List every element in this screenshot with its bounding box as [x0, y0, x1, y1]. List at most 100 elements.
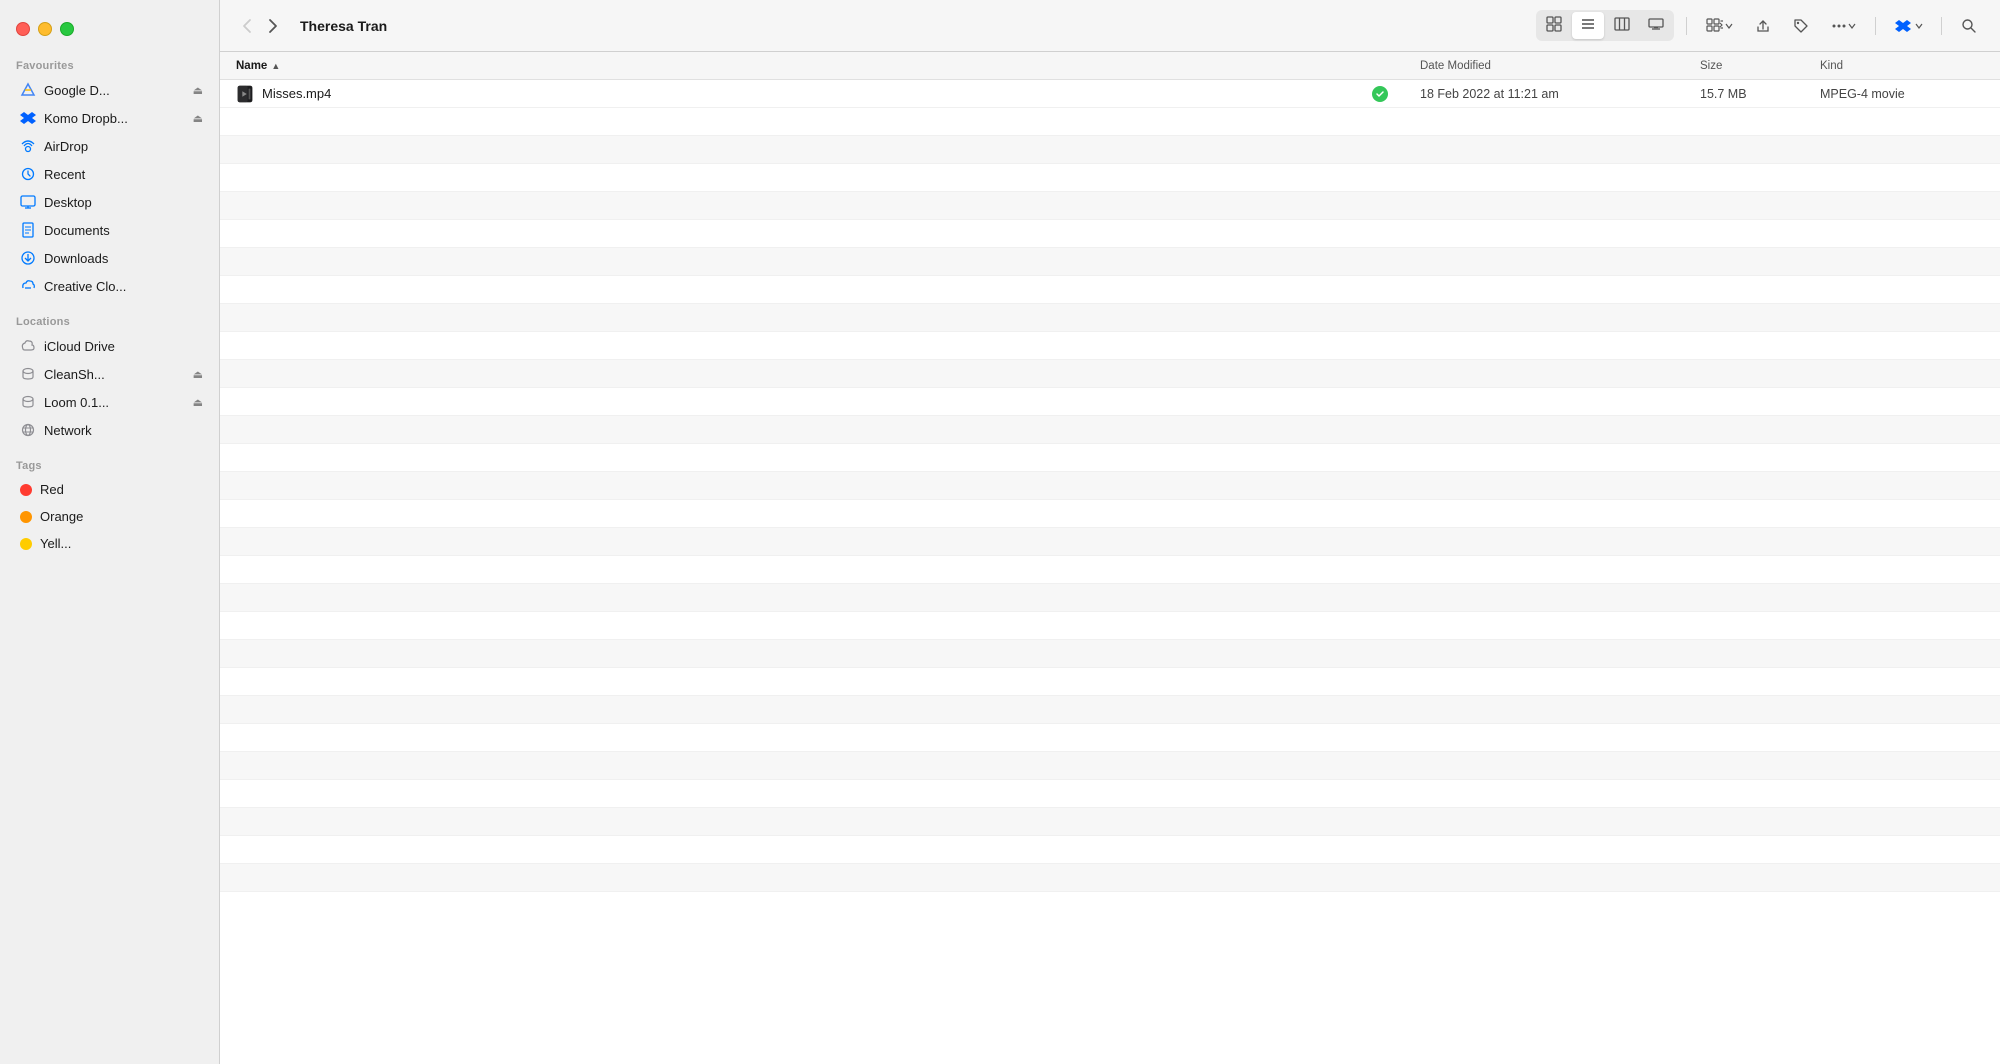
column-view-button[interactable]: [1606, 12, 1638, 39]
empty-row: [220, 780, 2000, 808]
sidebar-item-orange[interactable]: Orange: [6, 504, 213, 529]
sidebar-item-label: Desktop: [44, 195, 92, 210]
orange-tag-dot: [20, 511, 32, 523]
sidebar-item-label: Recent: [44, 167, 85, 182]
sidebar-item-desktop[interactable]: Desktop: [6, 189, 213, 215]
eject-icon[interactable]: ⏏: [193, 112, 203, 125]
empty-row: [220, 836, 2000, 864]
gallery-view-button[interactable]: [1640, 12, 1672, 39]
file-size-cell: 15.7 MB: [1692, 87, 1812, 101]
sidebar-item-google-drive[interactable]: Google D... ⏏: [6, 77, 213, 103]
window-title: Theresa Tran: [300, 18, 387, 34]
file-kind-cell: MPEG-4 movie: [1812, 87, 1992, 101]
date-modified-column-header[interactable]: Date Modified: [1412, 52, 1692, 79]
locations-section-label: Locations: [0, 308, 219, 332]
table-row[interactable]: Misses.mp4 18 Feb 2022 at 11:21 am 15.7 …: [220, 80, 2000, 108]
sidebar-item-loom[interactable]: Loom 0.1... ⏏: [6, 389, 213, 415]
empty-row: [220, 192, 2000, 220]
close-button[interactable]: [16, 22, 30, 36]
drive-icon: [20, 366, 36, 382]
empty-row: [220, 752, 2000, 780]
sidebar-item-label: iCloud Drive: [44, 339, 115, 354]
name-col-label: Name: [236, 60, 267, 72]
sidebar-item-network[interactable]: Network: [6, 417, 213, 443]
sidebar-item-label: Creative Clo...: [44, 279, 126, 294]
creative-cloud-icon: [20, 278, 36, 294]
empty-row: [220, 136, 2000, 164]
empty-row: [220, 444, 2000, 472]
sidebar-item-komo-dropbox[interactable]: Komo Dropb... ⏏: [6, 105, 213, 131]
sidebar-item-label: Komo Dropb...: [44, 111, 128, 126]
empty-row: [220, 108, 2000, 136]
empty-row: [220, 584, 2000, 612]
yellow-tag-dot: [20, 538, 32, 550]
sidebar-item-icloud-drive[interactable]: iCloud Drive: [6, 333, 213, 359]
size-column-header[interactable]: Size: [1692, 52, 1812, 79]
sidebar-item-label: CleanSh...: [44, 367, 105, 382]
list-view-button[interactable]: [1572, 12, 1604, 39]
sidebar-item-label: Orange: [40, 509, 83, 524]
sidebar-item-recent[interactable]: Recent: [6, 161, 213, 187]
group-by-button[interactable]: [1699, 13, 1740, 39]
eject-icon[interactable]: ⏏: [193, 368, 203, 381]
sidebar-item-label: AirDrop: [44, 139, 88, 154]
sidebar-item-creative-cloud[interactable]: Creative Clo...: [6, 273, 213, 299]
sidebar-item-yellow[interactable]: Yell...: [6, 531, 213, 556]
size-col-label: Size: [1700, 60, 1722, 72]
sort-arrow: ▲: [271, 61, 280, 71]
empty-row: [220, 696, 2000, 724]
empty-row: [220, 416, 2000, 444]
sidebar-item-downloads[interactable]: Downloads: [6, 245, 213, 271]
file-name: Misses.mp4: [262, 86, 331, 101]
sidebar-item-red[interactable]: Red: [6, 477, 213, 502]
red-tag-dot: [20, 484, 32, 496]
icloud-icon: [20, 338, 36, 354]
sync-badge: [1372, 86, 1388, 102]
empty-row: [220, 808, 2000, 836]
empty-row: [220, 640, 2000, 668]
empty-row: [220, 472, 2000, 500]
empty-row: [220, 500, 2000, 528]
video-file-icon: [236, 85, 254, 103]
empty-row: [220, 332, 2000, 360]
nav-buttons: [236, 14, 284, 38]
toolbar-divider-3: [1941, 17, 1942, 35]
empty-row: [220, 668, 2000, 696]
icon-view-button[interactable]: [1538, 12, 1570, 39]
back-button[interactable]: [236, 14, 258, 38]
main-content: Theresa Tran: [220, 0, 2000, 1064]
desktop-icon: [20, 194, 36, 210]
kind-column-header[interactable]: Kind: [1812, 52, 1992, 79]
google-drive-icon: [20, 82, 36, 98]
eject-icon[interactable]: ⏏: [193, 84, 203, 97]
tag-button[interactable]: [1786, 13, 1816, 39]
network-icon: [20, 422, 36, 438]
empty-row: [220, 164, 2000, 192]
dropbox-button[interactable]: [1888, 14, 1929, 38]
airdrop-icon: [20, 138, 36, 154]
documents-icon: [20, 222, 36, 238]
maximize-button[interactable]: [60, 22, 74, 36]
file-date-cell: 18 Feb 2022 at 11:21 am: [1412, 87, 1692, 101]
toolbar: Theresa Tran: [220, 0, 2000, 52]
toolbar-divider-2: [1875, 17, 1876, 35]
empty-row: [220, 612, 2000, 640]
empty-row: [220, 360, 2000, 388]
more-button[interactable]: [1824, 13, 1863, 39]
empty-row: [220, 220, 2000, 248]
sidebar-item-documents[interactable]: Documents: [6, 217, 213, 243]
sidebar-item-label: Red: [40, 482, 64, 497]
share-button[interactable]: [1748, 13, 1778, 39]
sidebar-item-cleansh[interactable]: CleanSh... ⏏: [6, 361, 213, 387]
forward-button[interactable]: [262, 14, 284, 38]
kind-col-label: Kind: [1820, 60, 1843, 72]
eject-icon[interactable]: ⏏: [193, 396, 203, 409]
minimize-button[interactable]: [38, 22, 52, 36]
empty-row: [220, 556, 2000, 584]
recent-icon: [20, 166, 36, 182]
dropbox-icon: [20, 110, 36, 126]
search-button[interactable]: [1954, 13, 1984, 39]
name-column-header[interactable]: Name ▲: [228, 52, 1412, 79]
sidebar-item-airdrop[interactable]: AirDrop: [6, 133, 213, 159]
view-buttons-group: [1536, 10, 1674, 41]
